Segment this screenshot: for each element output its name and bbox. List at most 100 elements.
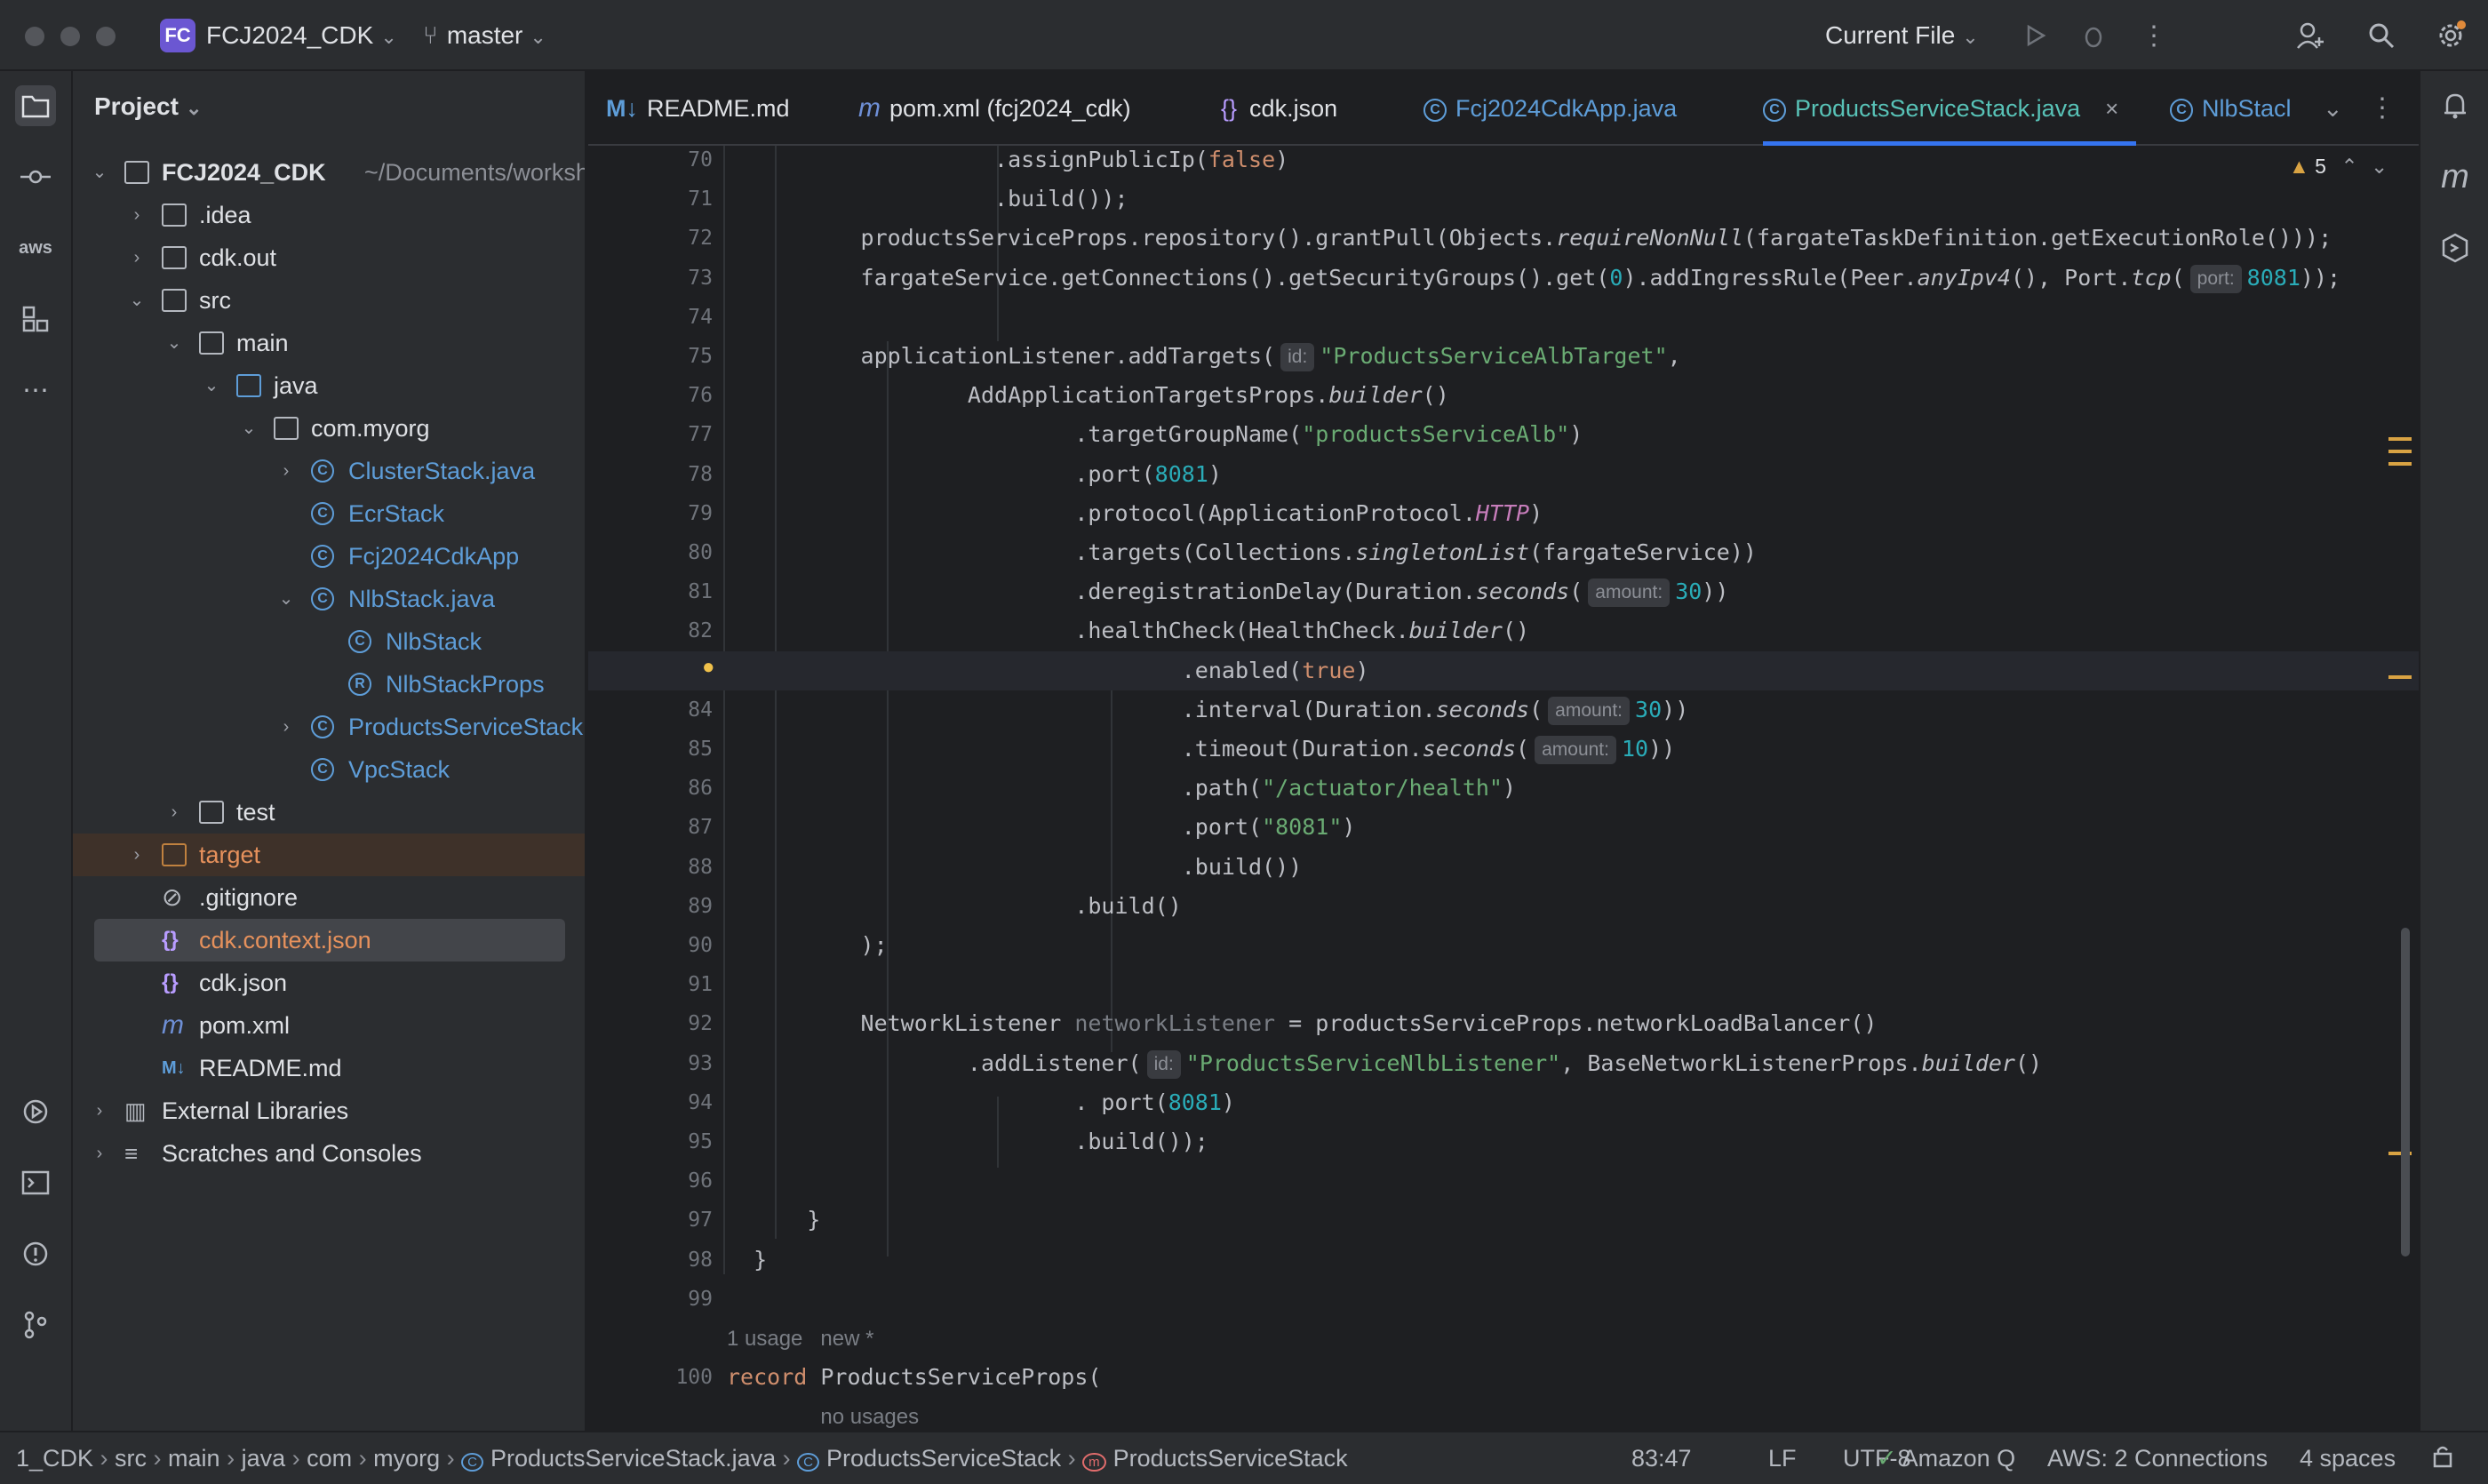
amazon-q-status[interactable]: ✓ Amazon Q (1877, 1445, 2015, 1472)
code-line[interactable]: .build() (588, 887, 2419, 926)
minimize-window-button[interactable] (60, 27, 80, 46)
chevron-down-icon[interactable]: ⌄ (91, 151, 108, 194)
tab-list-chevron-icon[interactable]: ⌄ (2323, 71, 2343, 146)
structure-icon[interactable] (15, 299, 56, 339)
code-line[interactable]: .targetGroupName("productsServiceAlb") (588, 415, 2419, 454)
warning-indicator[interactable]: ▲ 5 ⌃ ⌄ (2289, 155, 2388, 179)
code-line[interactable]: applicationListener.addTargets(id: "Produ… (588, 337, 2419, 376)
settings-icon[interactable] (2435, 20, 2467, 52)
code-line[interactable]: } (588, 1201, 2419, 1240)
tree-item[interactable]: › C ClusterStack.java (73, 450, 585, 492)
maven-icon[interactable]: m (2435, 156, 2476, 197)
code-line[interactable]: . port(8081) (588, 1083, 2419, 1122)
services-icon[interactable] (15, 1091, 56, 1132)
close-window-button[interactable] (25, 27, 44, 46)
tab-fcj2024cdkapp[interactable]: C Fcj2024CdkApp.java (1423, 71, 1677, 146)
line-separator[interactable]: LF (1768, 1445, 1797, 1472)
tree-item[interactable]: ⊘ .gitignore (73, 876, 585, 919)
branch-selector[interactable]: ⑂ master ⌄ (423, 21, 546, 50)
chevron-right-icon[interactable]: › (165, 791, 183, 834)
code-line[interactable]: .path("/actuator/health") (588, 769, 2419, 808)
breadcrumb-item[interactable]: src (115, 1445, 147, 1472)
code-line[interactable] (588, 965, 2419, 1004)
project-badge[interactable]: FC (160, 19, 195, 52)
code-line[interactable]: AddApplicationTargetsProps.builder() (588, 376, 2419, 415)
terminal-icon[interactable] (15, 1162, 56, 1203)
chevron-down-icon[interactable]: ⌄ (240, 407, 258, 450)
code-line[interactable]: .port("8081") (588, 808, 2419, 847)
close-tab-icon[interactable]: × (2105, 95, 2118, 122)
indent-setting[interactable]: 4 spaces (2300, 1445, 2396, 1472)
tree-item[interactable]: › cdk.out (73, 236, 585, 279)
tree-item[interactable]: {} cdk.json (73, 961, 585, 1004)
chevron-down-icon[interactable]: ⌄ (165, 322, 183, 364)
tab-nlbstack[interactable]: C NlbStacl (2170, 71, 2292, 146)
chevron-right-icon[interactable]: › (128, 236, 146, 279)
amazon-q-icon[interactable] (2435, 227, 2476, 268)
tree-item[interactable]: ⌄ src (73, 279, 585, 322)
editor-scrollbar[interactable] (2401, 928, 2410, 1257)
add-user-icon[interactable] (2294, 20, 2326, 52)
code-line[interactable]: .assignPublicIp(false) (588, 146, 2419, 180)
code-line[interactable]: .healthCheck(HealthCheck.builder() (588, 611, 2419, 650)
code-line[interactable]: fargateService.getConnections().getSecur… (588, 259, 2419, 298)
breadcrumb-item[interactable]: java (242, 1445, 286, 1472)
tree-item[interactable]: › test (73, 791, 585, 834)
code-line[interactable]: .build()); (588, 180, 2419, 219)
tree-item[interactable]: ⌄ java (73, 364, 585, 407)
tree-item[interactable]: › ▥ External Libraries (73, 1089, 585, 1132)
commit-icon[interactable] (15, 156, 56, 197)
chevron-down-icon[interactable]: ⌄ (277, 578, 295, 620)
run-config-selector[interactable]: Current File ⌄ (1825, 21, 1979, 50)
code-line[interactable]: ); (588, 926, 2419, 965)
code-line[interactable]: .targets(Collections.singletonList(farga… (588, 533, 2419, 572)
tab-pom[interactable]: m pom.xml (fcj2024_cdk) (858, 71, 1131, 146)
project-selector[interactable]: FCJ2024_CDK ⌄ (206, 21, 397, 50)
tree-item[interactable]: M↓ README.md (73, 1047, 585, 1089)
tab-readme[interactable]: M↓ README.md (606, 71, 790, 146)
chevron-right-icon[interactable]: › (91, 1089, 108, 1132)
tree-item[interactable]: R NlbStackProps (73, 663, 585, 706)
tab-more-icon[interactable]: ⋮ (2369, 71, 2396, 146)
tree-item[interactable]: C Fcj2024CdkApp (73, 535, 585, 578)
tree-item[interactable]: {} cdk.context.json (94, 919, 565, 961)
code-line[interactable]: 1 usage new * (588, 1319, 2419, 1358)
chevron-down-icon[interactable]: ⌄ (203, 364, 220, 407)
code-line[interactable]: NetworkListener networkListener = produc… (588, 1004, 2419, 1043)
tab-productsservicestack[interactable]: C ProductsServiceStack.java × (1763, 71, 2137, 146)
breadcrumb-item[interactable]: ProductsServiceStack (1113, 1445, 1348, 1472)
breadcrumb-item[interactable]: main (168, 1445, 220, 1472)
tree-item[interactable]: ⌄ main (73, 322, 585, 364)
chevron-up-icon[interactable]: ⌃ (2340, 155, 2357, 178)
chevron-right-icon[interactable]: › (277, 450, 295, 492)
chevron-down-icon[interactable]: ⌄ (128, 279, 146, 322)
chevron-right-icon[interactable]: › (128, 834, 146, 876)
tree-item[interactable]: C EcrStack (73, 492, 585, 535)
tab-cdk-json[interactable]: {} cdk.json (1221, 71, 1337, 146)
maximize-window-button[interactable] (96, 27, 116, 46)
tree-item[interactable]: › target (73, 834, 585, 876)
project-panel-title[interactable]: Project ⌄ (94, 92, 202, 121)
tree-item[interactable]: C NlbStack (73, 620, 585, 663)
tree-item[interactable]: m pom.xml (73, 1004, 585, 1047)
more-tools-icon[interactable]: ⋯ (15, 370, 56, 411)
chevron-down-icon[interactable]: ⌄ (2371, 155, 2388, 178)
tree-item[interactable]: › ≡ Scratches and Consoles (73, 1132, 585, 1175)
code-line[interactable]: productsServiceProps.repository().grantP… (588, 219, 2419, 258)
tree-item[interactable]: C VpcStack (73, 748, 585, 791)
search-icon[interactable] (2365, 20, 2397, 52)
code-line[interactable] (588, 1161, 2419, 1201)
code-line[interactable]: record ProductsServiceProps( (588, 1358, 2419, 1397)
breadcrumb-item[interactable]: 1_CDK (16, 1445, 93, 1472)
readonly-lock-icon[interactable] (2431, 1445, 2454, 1474)
debug-icon[interactable] (2077, 20, 2109, 52)
code-line[interactable] (588, 1280, 2419, 1319)
aws-connections[interactable]: AWS: 2 Connections (2047, 1445, 2268, 1472)
code-line[interactable]: no usages (588, 1397, 2419, 1431)
code-line[interactable]: .port(8081) (588, 455, 2419, 494)
breadcrumb-item[interactable]: com (307, 1445, 352, 1472)
tree-item[interactable]: ⌄ com.myorg (73, 407, 585, 450)
git-icon[interactable] (15, 1304, 56, 1345)
tree-item[interactable]: ⌄ C NlbStack.java (73, 578, 585, 620)
chevron-right-icon[interactable]: › (277, 706, 295, 748)
